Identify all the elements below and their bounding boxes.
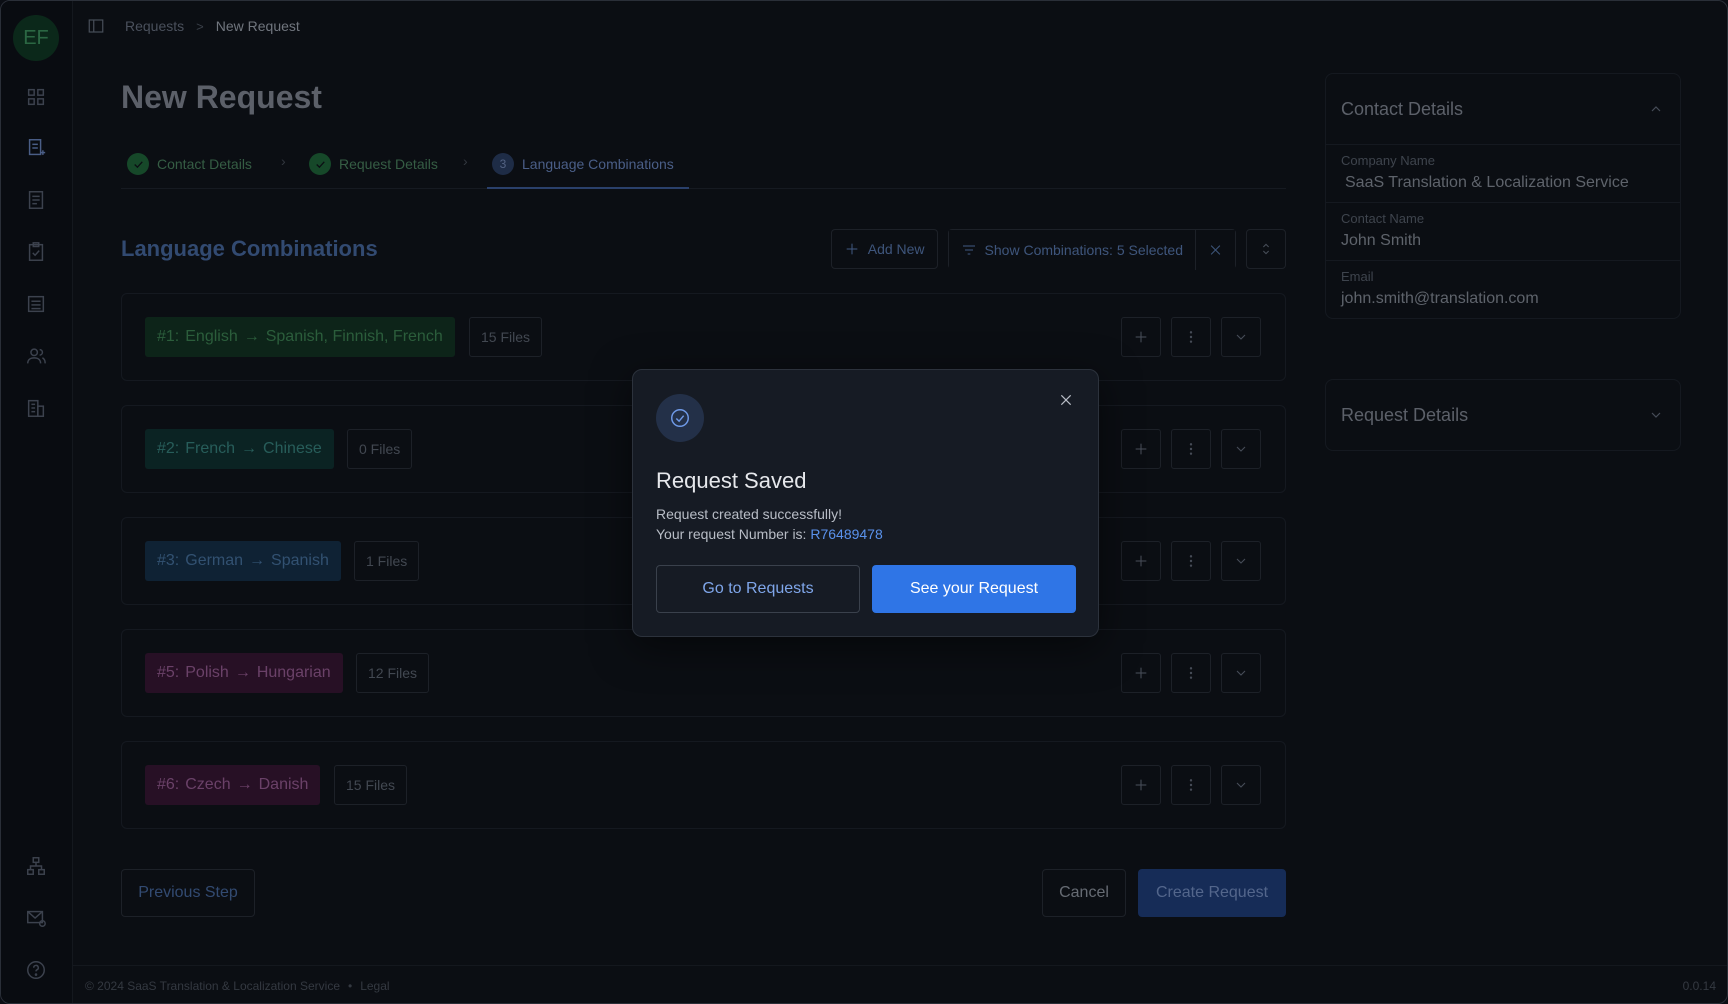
request-saved-dialog: Request Saved Request created successful… <box>632 369 1099 637</box>
dialog-title: Request Saved <box>656 468 807 493</box>
dialog-message-line: Your request Number is: R76489478 <box>656 524 883 544</box>
request-number-label: Your request Number is: <box>656 526 807 542</box>
close-dialog-button[interactable] <box>1056 390 1076 410</box>
check-circle-icon <box>656 394 704 442</box>
see-your-request-button[interactable]: See your Request <box>872 565 1076 613</box>
dialog-message-line: Request created successfully! <box>656 506 842 522</box>
request-number-link[interactable]: R76489478 <box>810 526 882 542</box>
close-icon <box>1060 394 1072 406</box>
app-window: EF Requests > New Request New Request Co… <box>0 0 1728 1004</box>
dialog-message: Request created successfully! Your reque… <box>656 504 883 544</box>
go-to-requests-button[interactable]: Go to Requests <box>656 565 860 613</box>
